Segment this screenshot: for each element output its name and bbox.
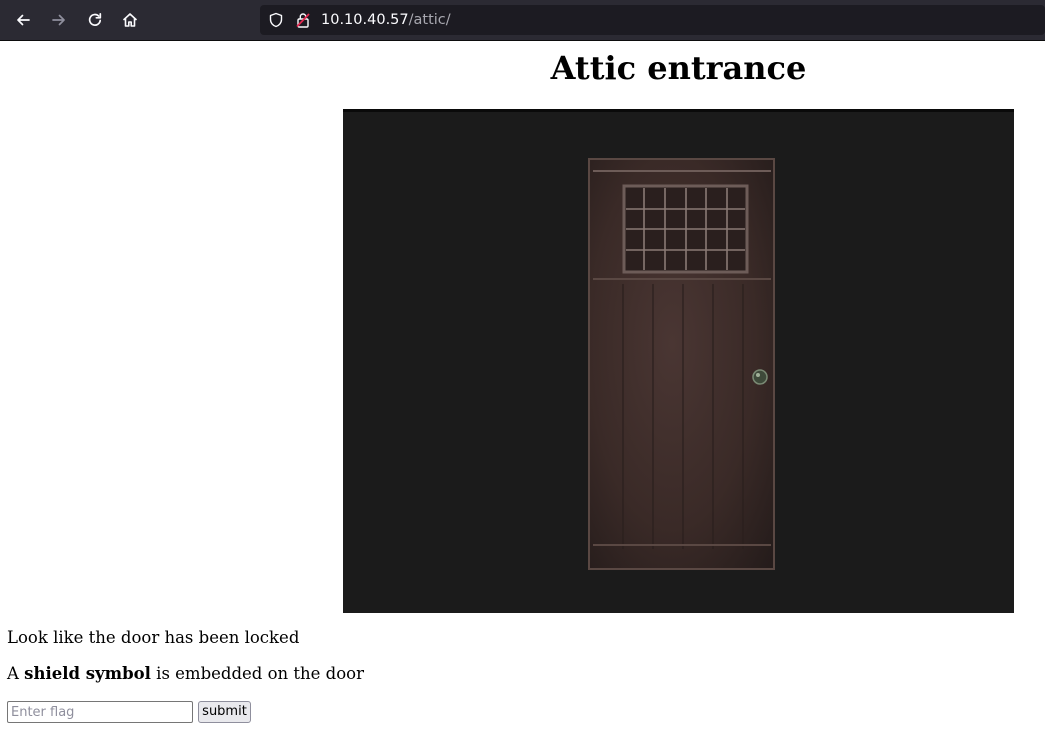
home-icon [123,13,137,27]
back-arrow-icon [17,14,30,26]
insecure-lock-icon[interactable] [294,11,312,29]
back-button[interactable] [9,6,37,34]
locked-message: Look like the door has been locked [7,628,300,647]
shield-icon[interactable] [268,12,284,28]
url-bar[interactable]: 10.10.40.57/attic/ [260,5,1045,35]
url-host: 10.10.40.57 [321,12,409,28]
page-title: Attic entrance [550,49,807,87]
forward-arrow-icon [52,14,65,26]
hint-bold: shield symbol [24,664,151,683]
door-image [343,109,1014,613]
door-illustration [343,109,1014,613]
url-text: 10.10.40.57/attic/ [321,11,451,29]
reload-button[interactable] [81,6,109,34]
hint-suffix: is embedded on the door [150,664,364,683]
door-knob [752,369,768,385]
submit-button[interactable]: submit [198,701,251,723]
forward-button[interactable] [45,6,73,34]
url-path: /attic/ [408,12,451,28]
home-button[interactable] [116,6,144,34]
browser-toolbar: 10.10.40.57/attic/ [0,0,1045,41]
hint-prefix: A [7,664,25,683]
reload-icon [88,12,102,26]
flag-input[interactable] [7,701,193,723]
shield-hint: A shield symbol is embedded on the door [7,664,364,684]
